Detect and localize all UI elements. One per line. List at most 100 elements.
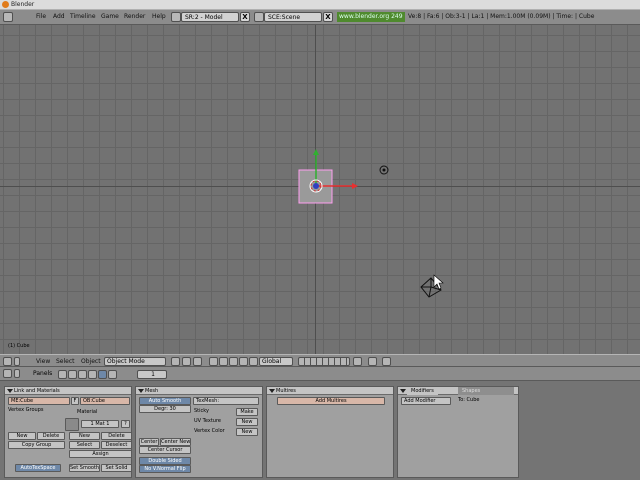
multires-header[interactable]: Multires xyxy=(267,387,393,395)
scene-context-icon[interactable] xyxy=(108,370,117,379)
set-solid-button[interactable]: Set Solid xyxy=(101,464,132,472)
copy-group-button[interactable]: Copy Group xyxy=(8,441,65,449)
fake-user-button[interactable]: F xyxy=(71,397,79,405)
editor-type-icon[interactable] xyxy=(3,357,12,366)
screen-browse-icon[interactable] xyxy=(171,12,181,22)
mesh-header[interactable]: Mesh xyxy=(136,387,262,395)
menu-object[interactable]: Object xyxy=(81,357,101,366)
material-assign-button[interactable]: Assign xyxy=(69,450,132,458)
editing-context-icon[interactable] xyxy=(98,370,107,379)
viewport-scene xyxy=(298,149,444,298)
material-index-counter[interactable]: 1 Mat 1 xyxy=(81,420,119,428)
uv-texture-new-button[interactable]: New xyxy=(236,418,258,426)
vertex-color-label: Vertex Color xyxy=(194,428,225,434)
material-help-button[interactable]: ? xyxy=(121,420,130,428)
buttons-editor-type-icon[interactable] xyxy=(3,369,12,378)
vgroup-delete-button[interactable]: Delete xyxy=(37,432,65,440)
menu-game[interactable]: Game xyxy=(101,12,119,22)
menu-view[interactable]: View xyxy=(36,357,50,366)
script-context-icon[interactable] xyxy=(68,370,77,379)
screen-delete-button[interactable]: X xyxy=(240,12,250,22)
material-deselect-button[interactable]: Deselect xyxy=(101,441,132,449)
buttons-window: Link and Materials ME:Cube F OB:Cube Ver… xyxy=(0,381,640,480)
scale-manipulator-icon[interactable] xyxy=(239,357,248,366)
render-preview-icon[interactable] xyxy=(368,357,377,366)
orientation-select[interactable]: Global xyxy=(259,357,293,366)
center-cursor-button[interactable]: Center Cursor xyxy=(139,446,191,454)
hand-icon[interactable] xyxy=(249,357,258,366)
collapse-triangle-icon[interactable] xyxy=(400,389,406,393)
mode-select[interactable]: Object Mode xyxy=(104,357,166,366)
sticky-make-button[interactable]: Make xyxy=(236,408,258,416)
collapse-triangle-icon[interactable] xyxy=(269,389,275,393)
center-new-button[interactable]: Center New xyxy=(160,438,191,446)
shading-context-icon[interactable] xyxy=(78,370,87,379)
3d-viewport[interactable]: (1) Cube xyxy=(0,25,640,354)
tab-modifiers[interactable]: Modifiers xyxy=(407,387,438,395)
modifiers-header: Modifiers Shapes xyxy=(398,387,518,395)
header-collapse-icon[interactable] xyxy=(14,357,20,366)
manipulator-toggle-icon[interactable] xyxy=(209,357,218,366)
vertex-color-new-button[interactable]: New xyxy=(236,428,258,436)
scene-delete-button[interactable]: X xyxy=(323,12,333,22)
layer-buttons[interactable] xyxy=(298,357,350,366)
3d-cursor-icon xyxy=(313,183,319,189)
material-new-button[interactable]: New xyxy=(69,432,100,440)
buttons-collapse-icon[interactable] xyxy=(14,369,20,378)
lock-layers-icon[interactable] xyxy=(353,357,362,366)
screen-name-field[interactable]: SR:2 - Model xyxy=(181,12,239,22)
collapse-triangle-icon[interactable] xyxy=(7,389,13,393)
rotate-manipulator-icon[interactable] xyxy=(229,357,238,366)
link-materials-header[interactable]: Link and Materials xyxy=(5,387,131,395)
buttons-header: Panels 1 xyxy=(0,367,640,381)
menu-add[interactable]: Add xyxy=(53,12,65,22)
add-modifier-menu[interactable]: Add Modifier xyxy=(401,397,451,405)
set-smooth-button[interactable]: Set Smooth xyxy=(69,464,100,472)
tab-shapes[interactable]: Shapes xyxy=(458,387,514,395)
menu-panels[interactable]: Panels xyxy=(33,370,52,377)
texmesh-field[interactable]: TexMesh: xyxy=(193,397,259,405)
material-color-swatch[interactable] xyxy=(65,418,79,431)
menu-file[interactable]: File xyxy=(36,12,46,22)
logic-context-icon[interactable] xyxy=(58,370,67,379)
mesh-title: Mesh xyxy=(145,388,159,394)
scene-stats: Ve:8 | Fa:6 | Ob:3-1 | La:1 | Mem:1.00M … xyxy=(408,13,595,20)
vgroup-new-button[interactable]: New xyxy=(8,432,36,440)
window-type-icon[interactable] xyxy=(3,12,13,22)
mesh-panel: Mesh Auto Smooth Degr: 30 TexMesh: Stick… xyxy=(135,386,263,478)
object-name-field[interactable]: OB:Cube xyxy=(80,397,130,405)
object-context-icon[interactable] xyxy=(88,370,97,379)
manipulator-y-arrow-icon[interactable] xyxy=(313,149,319,155)
material-select-button[interactable]: Select xyxy=(69,441,100,449)
autotexspace-toggle[interactable]: AutoTexSpace xyxy=(15,464,61,472)
manipulator-x-arrow-icon[interactable] xyxy=(352,183,358,189)
menu-render[interactable]: Render xyxy=(124,12,145,22)
window-title: Blender xyxy=(11,1,35,8)
opengl-render-icon[interactable] xyxy=(382,357,391,366)
auto-smooth-toggle[interactable]: Auto Smooth xyxy=(139,397,191,405)
vertex-groups-label: Vertex Groups xyxy=(8,407,44,413)
page-counter[interactable]: 1 xyxy=(137,370,167,379)
material-delete-button[interactable]: Delete xyxy=(101,432,132,440)
double-sided-toggle[interactable]: Double Sided xyxy=(139,457,191,465)
material-label: Material xyxy=(77,409,98,415)
pivot-icon[interactable] xyxy=(182,357,191,366)
translate-manipulator-icon[interactable] xyxy=(219,357,228,366)
collapse-triangle-icon[interactable] xyxy=(138,389,144,393)
mesh-name-field[interactable]: ME:Cube xyxy=(8,397,70,405)
add-multires-button[interactable]: Add Multires xyxy=(277,397,385,405)
degr-slider[interactable]: Degr: 30 xyxy=(139,405,191,413)
multires-panel: Multires Add Multires xyxy=(266,386,394,478)
scene-name-field[interactable]: SCE:Scene xyxy=(264,12,322,22)
menu-select[interactable]: Select xyxy=(56,357,75,366)
center-button[interactable]: Center xyxy=(139,438,159,446)
draw-type-icon[interactable] xyxy=(171,357,180,366)
multires-title: Multires xyxy=(276,388,296,394)
scene-browse-icon[interactable] xyxy=(254,12,264,22)
menu-help[interactable]: Help xyxy=(152,12,166,22)
menu-timeline[interactable]: Timeline xyxy=(70,12,96,22)
active-object-label: (1) Cube xyxy=(8,343,30,349)
no-vnormal-flip-toggle[interactable]: No V.Normal Flip xyxy=(139,465,191,473)
blender-logo-icon xyxy=(2,1,9,8)
layer-lock-icon[interactable] xyxy=(193,357,202,366)
